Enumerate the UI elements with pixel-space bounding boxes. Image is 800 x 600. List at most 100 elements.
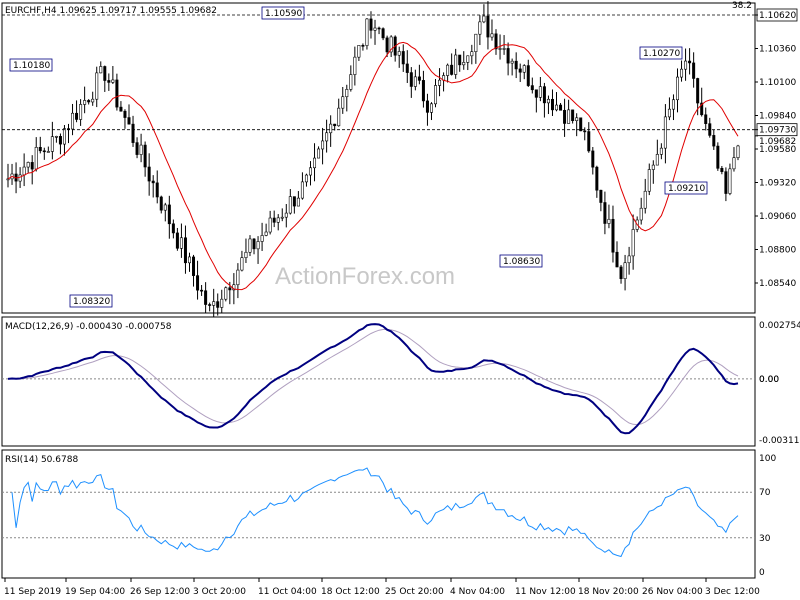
candle-body	[712, 135, 716, 147]
candle-body	[534, 89, 538, 98]
candle-body	[607, 218, 611, 224]
rsi-tick-label: 0	[759, 568, 765, 578]
candle-body	[542, 86, 546, 104]
candle-body	[482, 15, 486, 23]
candle-body	[550, 98, 554, 111]
candle-body	[647, 169, 651, 192]
candle-body	[413, 76, 417, 87]
candle-body	[369, 18, 373, 31]
candle-body	[175, 232, 179, 249]
candle-body	[155, 182, 159, 198]
candle-body	[409, 72, 413, 87]
candle-body	[252, 238, 256, 250]
candle-body	[308, 167, 312, 176]
annotation-label: 1.09210	[668, 184, 705, 194]
candle-body	[530, 85, 534, 91]
candle-body	[256, 241, 260, 250]
macd-tick-label: 0.002754	[759, 321, 800, 331]
candle-body	[42, 150, 46, 153]
candle-body	[337, 107, 341, 127]
candle-body	[651, 164, 655, 170]
candle-body	[502, 48, 506, 50]
candle-body	[724, 171, 728, 194]
x-tick-label: 18 Nov 20:00	[578, 587, 639, 597]
watermark: ActionForex.com	[275, 263, 455, 290]
candle-body	[276, 217, 280, 223]
macd-signal-line	[7, 329, 739, 426]
x-tick-label: 11 Sep 2019	[4, 587, 61, 597]
annotation-label: 1.08320	[73, 297, 110, 307]
candle-body	[333, 123, 337, 127]
candle-body	[268, 217, 272, 233]
candle-body	[79, 104, 83, 120]
candle-body	[490, 33, 494, 38]
candle-body	[663, 116, 667, 149]
candle-body	[720, 168, 724, 172]
candle-body	[87, 100, 91, 103]
candle-body	[736, 145, 740, 158]
candle-body	[38, 146, 42, 152]
candle-body	[619, 266, 623, 279]
candle-body	[6, 178, 10, 181]
candle-body	[317, 148, 321, 159]
price-tick-label: 1.08540	[759, 279, 796, 289]
macd-tick-label: -0.003119	[759, 436, 800, 446]
x-tick-label: 18 Oct 12:00	[321, 587, 380, 597]
candle-body	[151, 180, 155, 184]
candle-body	[361, 45, 365, 47]
candle-body	[341, 96, 345, 109]
candle-body	[159, 196, 163, 211]
candle-body	[357, 45, 361, 58]
candle-body	[466, 55, 470, 63]
candle-body	[345, 89, 349, 98]
price-tick-label: 1.09730	[759, 126, 796, 136]
candle-body	[603, 202, 607, 224]
candle-body	[200, 289, 204, 292]
panel-frame-2	[1, 316, 756, 447]
candle-body	[571, 109, 575, 122]
candle-body	[50, 136, 54, 152]
candle-body	[280, 216, 284, 219]
candle-body	[103, 66, 107, 81]
candle-body	[659, 147, 663, 155]
candle-body	[450, 64, 454, 75]
candle-body	[99, 66, 103, 74]
candle-body	[313, 157, 317, 169]
candle-body	[228, 287, 232, 291]
candle-body	[417, 76, 421, 81]
candle-body	[526, 65, 530, 86]
candle-body	[478, 21, 482, 35]
x-tick-label: 4 Nov 04:00	[450, 587, 505, 597]
candle-body	[381, 28, 385, 39]
candle-body	[292, 196, 296, 207]
candle-body	[18, 174, 22, 182]
candle-body	[365, 18, 369, 46]
candle-body	[688, 60, 692, 64]
price-tick-label: 1.09580	[759, 145, 796, 155]
candle-body	[591, 150, 595, 168]
candle-body	[236, 269, 240, 286]
candle-body	[26, 162, 30, 168]
candle-body	[329, 123, 333, 134]
candle-body	[518, 68, 522, 73]
macd-header: MACD(12,26,9) -0.000430 -0.000758	[5, 322, 172, 332]
candle-body	[563, 109, 567, 124]
candle-body	[611, 218, 615, 253]
candle-body	[429, 103, 433, 113]
candle-body	[373, 27, 377, 31]
candle-body	[62, 128, 66, 145]
candle-body	[22, 166, 26, 176]
candle-body	[567, 109, 571, 124]
price-tick-label: 1.10360	[759, 45, 796, 55]
x-tick-label: 25 Oct 20:00	[385, 587, 444, 597]
candle-body	[30, 162, 34, 170]
candle-body	[615, 251, 619, 268]
candle-body	[462, 62, 466, 66]
candle-body	[671, 99, 675, 110]
annotation-label: 1.10590	[265, 9, 302, 19]
candle-body	[470, 51, 474, 57]
candle-body	[639, 207, 643, 221]
candle-body	[83, 100, 87, 105]
candle-body	[349, 74, 353, 90]
candle-body	[454, 54, 458, 75]
